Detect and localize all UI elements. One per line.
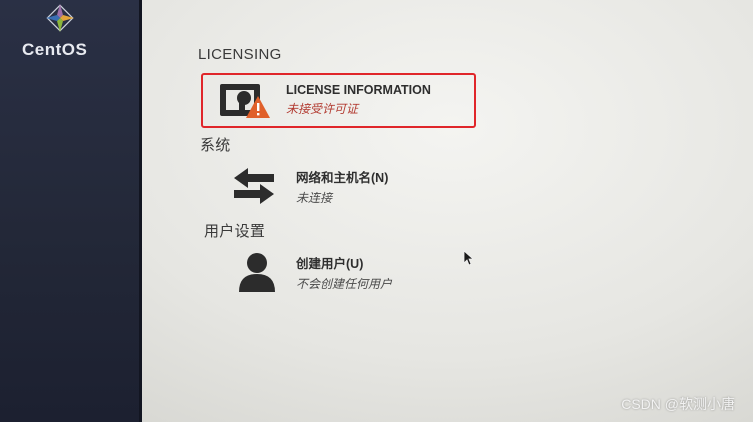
mouse-cursor-icon (463, 250, 475, 266)
network-hostname-status: 未连接 (296, 190, 333, 205)
watermark-text: CSDN @软测小唐 (621, 396, 735, 412)
section-licensing: LICENSING (198, 46, 282, 63)
network-hostname-spoke[interactable]: 网络和主机名(N) 未连接 (222, 164, 388, 208)
user-icon (222, 250, 286, 294)
centos-logo-icon (46, 4, 74, 32)
license-information-title: LICENSE INFORMATION (286, 83, 431, 97)
network-arrows-icon (222, 164, 286, 208)
create-user-status: 不会创建任何用户 (296, 276, 393, 291)
create-user-spoke[interactable]: 创建用户(U) 不会创建任何用户 (222, 250, 392, 294)
license-information-status: 未接受许可证 (286, 102, 359, 116)
section-system: 系统 (200, 137, 231, 154)
create-user-title: 创建用户(U) (296, 256, 364, 271)
brand-name: CentOS (22, 40, 88, 59)
license-warning-icon (212, 78, 276, 122)
sidebar: CentOS (0, 0, 142, 422)
license-information-spoke[interactable]: LICENSE INFORMATION 未接受许可证 (212, 78, 431, 122)
section-user-settings: 用户设置 (204, 223, 266, 240)
network-hostname-title: 网络和主机名(N) (296, 170, 389, 185)
